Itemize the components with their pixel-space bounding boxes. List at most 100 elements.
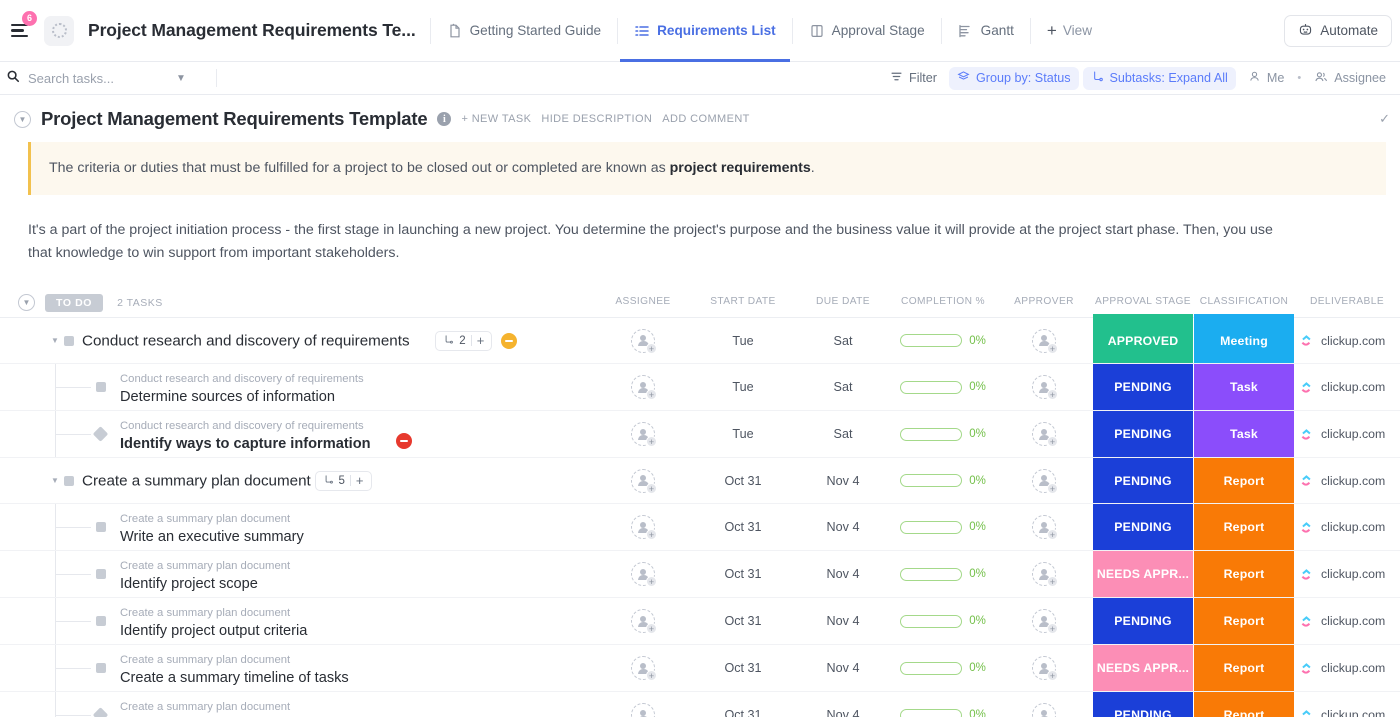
assignee-filter-button[interactable]: Assignee	[1306, 67, 1394, 90]
column-header-assignee[interactable]: ASSIGNEE	[600, 296, 686, 307]
approver-cell[interactable]: +	[1001, 598, 1087, 644]
assignee-avatar[interactable]: +	[631, 515, 657, 541]
assignee-cell[interactable]: +	[600, 504, 686, 550]
deliverable-cell[interactable]: clickup.com	[1300, 504, 1394, 550]
automate-button[interactable]: Automate	[1284, 14, 1392, 47]
approver-cell[interactable]: +	[1001, 364, 1087, 410]
classification-cell[interactable]: Report	[1194, 692, 1294, 717]
task-name-cell[interactable]: Conduct research and discovery of requir…	[0, 411, 610, 458]
expand-toggle-icon[interactable]: ▼	[50, 476, 60, 486]
completion-cell[interactable]: 0%	[890, 692, 996, 717]
blocked-status-icon[interactable]	[501, 332, 518, 349]
table-row[interactable]: Create a summary plan document Identify p…	[0, 551, 1400, 599]
start-date-cell[interactable]: Oct 31	[698, 504, 788, 550]
approval-stage-cell[interactable]: PENDING	[1093, 692, 1193, 717]
due-date-cell[interactable]: Sat	[802, 364, 884, 410]
deliverable-link[interactable]: clickup.com	[1321, 708, 1385, 717]
group-status-badge[interactable]: TO DO	[45, 293, 104, 312]
search-box[interactable]: ▼	[6, 69, 206, 88]
task-name-cell[interactable]: Create a summary plan document Create a s…	[0, 645, 610, 692]
start-date-cell[interactable]: Oct 31	[698, 551, 788, 597]
assignee-cell[interactable]: +	[600, 364, 686, 410]
approver-cell[interactable]: +	[1001, 645, 1087, 691]
assignee-avatar[interactable]: +	[631, 656, 657, 682]
approver-avatar[interactable]: +	[1032, 468, 1058, 494]
new-task-button[interactable]: + NEW TASK	[461, 113, 531, 125]
classification-cell[interactable]: Report	[1194, 504, 1294, 551]
tab-requirements-list[interactable]: Requirements List	[620, 0, 790, 62]
due-date-cell[interactable]: Nov 4	[802, 504, 884, 550]
deliverable-link[interactable]: clickup.com	[1321, 427, 1385, 441]
assignee-avatar[interactable]: +	[631, 375, 657, 401]
classification-cell[interactable]: Report	[1194, 551, 1294, 598]
approver-avatar[interactable]: +	[1032, 609, 1058, 635]
due-date-cell[interactable]: Sat	[802, 411, 884, 457]
approval-stage-cell[interactable]: PENDING	[1093, 598, 1193, 645]
completion-cell[interactable]: 0%	[890, 551, 996, 597]
assignee-avatar[interactable]: +	[631, 468, 657, 494]
table-row[interactable]: Create a summary plan documentCite refer…	[0, 692, 1400, 717]
approver-cell[interactable]: +	[1001, 318, 1087, 363]
info-icon[interactable]: i	[437, 112, 452, 126]
assignee-avatar[interactable]: +	[631, 562, 657, 588]
assignee-avatar[interactable]: +	[631, 328, 657, 354]
approver-avatar[interactable]: +	[1032, 328, 1058, 354]
completion-cell[interactable]: 0%	[890, 364, 996, 410]
column-header-due_date[interactable]: DUE DATE	[802, 296, 884, 307]
column-header-approver[interactable]: APPROVER	[1001, 296, 1087, 307]
me-filter-button[interactable]: Me	[1240, 67, 1293, 90]
assignee-cell[interactable]: +	[600, 598, 686, 644]
assignee-avatar[interactable]: +	[631, 422, 657, 448]
task-name-cell[interactable]: Create a summary plan document Identify p…	[0, 598, 610, 645]
approver-cell[interactable]: +	[1001, 504, 1087, 550]
deliverable-cell[interactable]: clickup.com	[1300, 692, 1394, 717]
collapse-description-button[interactable]: ▼	[14, 110, 31, 128]
assignee-cell[interactable]: +	[600, 645, 686, 691]
deliverable-link[interactable]: clickup.com	[1321, 614, 1385, 628]
table-row[interactable]: ▼ Conduct research and discovery of requi…	[0, 318, 1400, 365]
table-row[interactable]: Conduct research and discovery of requir…	[0, 411, 1400, 459]
assignee-cell[interactable]: +	[600, 458, 686, 503]
task-name-cell[interactable]: Conduct research and discovery of requir…	[0, 364, 610, 411]
approval-stage-cell[interactable]: PENDING	[1093, 504, 1193, 551]
deliverable-link[interactable]: clickup.com	[1321, 474, 1385, 488]
column-header-classification[interactable]: CLASSIFICATION	[1194, 296, 1294, 319]
approval-stage-cell[interactable]: APPROVED	[1093, 318, 1193, 364]
classification-cell[interactable]: Report	[1194, 645, 1294, 692]
subtasks-button[interactable]: Subtasks: Expand All	[1082, 66, 1236, 90]
notification-badge[interactable]: 6	[22, 10, 37, 26]
completion-cell[interactable]: 0%	[890, 645, 996, 691]
approval-stage-cell[interactable]: PENDING	[1093, 411, 1193, 458]
approver-cell[interactable]: +	[1001, 458, 1087, 503]
menu-toggle-button[interactable]: 6	[2, 0, 37, 62]
assignee-cell[interactable]: +	[600, 411, 686, 457]
approver-avatar[interactable]: +	[1032, 562, 1058, 588]
approver-cell[interactable]: +	[1001, 692, 1087, 717]
completion-cell[interactable]: 0%	[890, 318, 996, 363]
approver-avatar[interactable]: +	[1032, 703, 1056, 717]
approver-avatar[interactable]: +	[1032, 656, 1058, 682]
deliverable-link[interactable]: clickup.com	[1321, 520, 1385, 534]
task-name-cell[interactable]: Create a summary plan document Identify p…	[0, 551, 610, 598]
task-name-cell[interactable]: Create a summary plan documentCite refer…	[0, 692, 610, 717]
start-date-cell[interactable]: Oct 31	[698, 458, 788, 503]
start-date-cell[interactable]: Oct 31	[698, 645, 788, 691]
classification-cell[interactable]: Report	[1194, 598, 1294, 645]
column-header-approval_stage[interactable]: APPROVAL STAGE	[1093, 296, 1193, 319]
filter-button[interactable]: Filter	[882, 67, 945, 90]
add-comment-button[interactable]: ADD COMMENT	[662, 113, 750, 125]
column-header-deliverable[interactable]: DELIVERABLE	[1300, 296, 1394, 307]
due-date-cell[interactable]: Nov 4	[802, 645, 884, 691]
classification-cell[interactable]: Task	[1194, 411, 1294, 458]
task-name-cell[interactable]: ▼ Create a summary plan document 5 +	[0, 458, 610, 503]
expand-toggle-icon[interactable]: ▼	[50, 336, 60, 346]
classification-cell[interactable]: Task	[1194, 364, 1294, 411]
subtask-count-badge[interactable]: 2 +	[435, 330, 493, 351]
assignee-cell[interactable]: +	[600, 551, 686, 597]
table-row[interactable]: Create a summary plan document Create a s…	[0, 645, 1400, 693]
column-header-start_date[interactable]: START DATE	[698, 296, 788, 307]
start-date-cell[interactable]: Oct 31	[698, 598, 788, 644]
deliverable-cell[interactable]: clickup.com	[1300, 458, 1394, 503]
blocked-status-icon[interactable]	[396, 433, 413, 450]
resolve-check-icon[interactable]: ✓	[1379, 111, 1400, 127]
